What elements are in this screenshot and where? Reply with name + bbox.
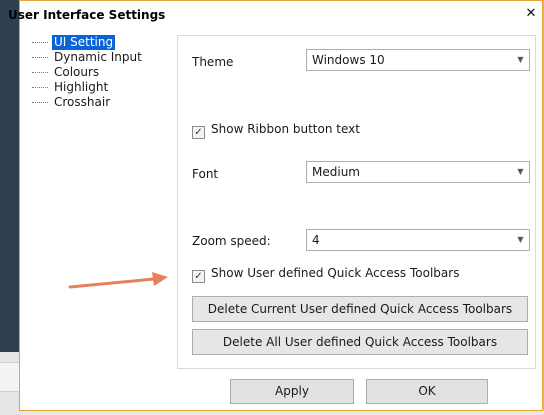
tree-item-dynamic-input[interactable]: Dynamic Input [20,50,168,65]
chevron-down-icon: ▼ [517,167,524,176]
dialog-title: User Interface Settings [8,8,166,22]
check-icon[interactable]: ✓ [192,126,205,139]
ui-setting-panel: Theme Windows 10 ▼ ✓ Show Ribbon button t… [177,35,536,369]
theme-label: Theme [192,55,234,69]
background-app-strip [0,362,20,392]
zoom-speed-value: 4 [312,233,320,247]
apply-button[interactable]: Apply [230,379,354,404]
tree-item-colours[interactable]: Colours [20,65,168,80]
tree-connector [32,57,48,58]
tree-item-highlight[interactable]: Highlight [20,80,168,95]
dialog-titlebar[interactable]: User Interface Settings ✕ [8,1,542,29]
zoom-speed-label: Zoom speed: [192,234,271,248]
tree-item-ui-setting[interactable]: UI Setting [20,35,168,50]
show-ribbon-text-label: Show Ribbon button text [211,122,360,136]
tree-item-label: Colours [54,65,100,79]
zoom-speed-select[interactable]: 4 ▼ [306,229,530,251]
background-app-panel [0,0,20,352]
tree-connector [32,87,48,88]
theme-select[interactable]: Windows 10 ▼ [306,49,530,71]
delete-current-toolbars-button[interactable]: Delete Current User defined Quick Access… [192,296,528,322]
chevron-down-icon: ▼ [517,235,524,244]
ok-button[interactable]: OK [366,379,488,404]
tree-connector [32,72,48,73]
font-label: Font [192,167,219,181]
show-ribbon-text-option[interactable]: ✓ Show Ribbon button text [192,122,360,139]
check-icon[interactable]: ✓ [192,270,205,283]
tree-item-label: Highlight [54,80,109,94]
tree-item-crosshair[interactable]: Crosshair [20,95,168,110]
theme-select-value: Windows 10 [312,53,385,67]
delete-all-toolbars-button[interactable]: Delete All User defined Quick Access Too… [192,329,528,355]
close-icon[interactable]: ✕ [524,7,538,21]
font-select[interactable]: Medium ▼ [306,161,530,183]
show-quick-access-label: Show User defined Quick Access Toolbars [211,266,460,280]
tree-connector [32,42,48,43]
tree-item-label: Crosshair [54,95,111,109]
user-interface-settings-dialog: User Interface Settings ✕ UI Setting Dyn… [8,0,543,411]
tree-item-label: UI Setting [52,35,116,50]
arrow-icon [68,272,168,289]
chevron-down-icon: ▼ [517,55,524,64]
font-select-value: Medium [312,165,360,179]
tree-item-label: Dynamic Input [54,50,142,64]
tree-connector [32,102,48,103]
show-quick-access-option[interactable]: ✓ Show User defined Quick Access Toolbars [192,266,459,283]
